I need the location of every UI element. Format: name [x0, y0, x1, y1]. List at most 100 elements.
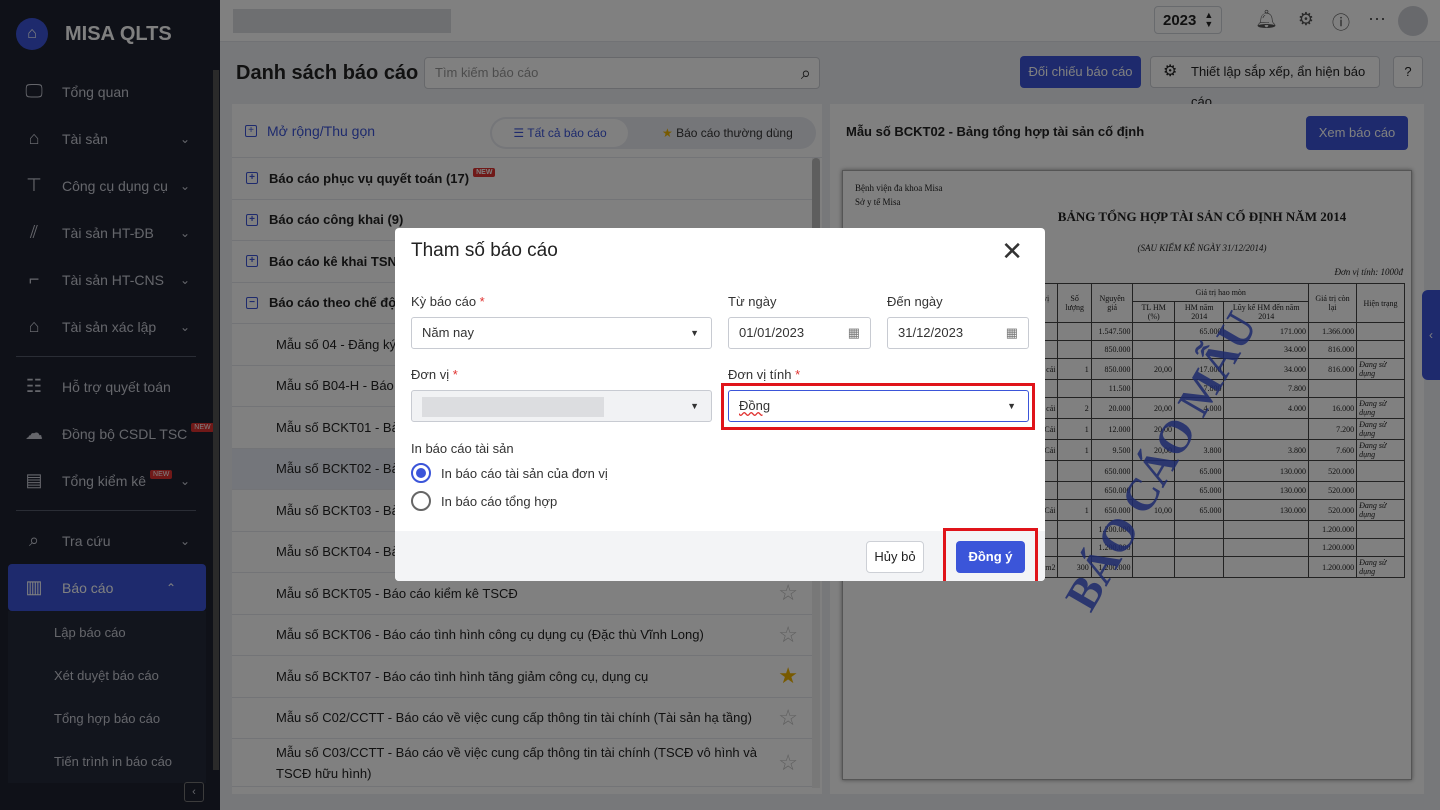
table-cell: 1.200.000 — [1307, 556, 1358, 578]
compare-reports-button[interactable]: Đối chiếu báo cáo — [1020, 56, 1141, 88]
sidebar-item[interactable]: ▥ Báo cáo ⌃ — [8, 564, 206, 611]
table-cell: 12.000 — [1090, 418, 1134, 440]
table-cell: Đang sử dụng — [1356, 358, 1405, 380]
parent-org: Sở y tế Misa — [855, 197, 901, 207]
search-input[interactable]: Tìm kiếm báo cáo ⌕ — [424, 57, 820, 89]
report-item[interactable]: Mẫu số BCKT07 - Báo cáo tình hình tăng g… — [232, 656, 812, 698]
report-item[interactable]: Mẫu số C02/CCTT - Báo cáo về việc cung c… — [232, 698, 812, 739]
subitem-label: Tổng hợp báo cáo — [54, 711, 161, 726]
expand-icon: + — [246, 255, 258, 268]
new-badge: NEW — [191, 423, 214, 432]
table-cell — [1132, 340, 1175, 359]
from-date-value: 01/01/2023 — [739, 325, 805, 340]
avatar[interactable] — [1398, 6, 1428, 36]
table-cell — [1057, 460, 1092, 482]
unit-select[interactable]: ▼ — [411, 390, 712, 422]
logo[interactable]: ⌂ MISA QLTS — [0, 0, 220, 68]
report-label: Mẫu số BCKT06 - Báo cáo tình hình công c… — [276, 627, 704, 643]
sidebar-subitem[interactable]: Tiến trình in báo cáo — [8, 740, 206, 783]
sidebar: ⌂ MISA QLTS 🖵 Tổng quan ⌂ Tài sản ⌄ ⊤ Công cụ d… — [0, 0, 220, 810]
help-icon[interactable]: ⓘ — [1332, 9, 1350, 35]
sidebar-item[interactable]: ⌂ Tài sản ⌄ — [0, 115, 220, 162]
table-cell: 7.200 — [1307, 418, 1358, 440]
more-icon[interactable]: ⋯ — [1368, 9, 1386, 30]
table-cell: 1.547.500 — [1090, 322, 1134, 341]
table-cell: 816.000 — [1307, 340, 1358, 359]
year-selector[interactable]: 2023 ▲ ▼ — [1154, 6, 1222, 34]
radio-summary-report[interactable]: In báo cáo tổng hợp — [411, 491, 557, 511]
redacted-unit-value — [422, 396, 604, 417]
table-cell: 130.000 — [1223, 460, 1309, 482]
expand-collapse-toggle[interactable]: Mở rộng/Thu gọn — [267, 123, 375, 139]
report-item[interactable]: Mẫu số BCKT06 - Báo cáo tình hình công c… — [232, 615, 812, 656]
app-name: MISA QLTS — [65, 22, 172, 45]
view-report-button[interactable]: Xem báo cáo — [1306, 116, 1408, 150]
new-badge: NEW — [473, 167, 496, 177]
sidebar-subitem[interactable]: Tổng hợp báo cáo — [8, 697, 206, 740]
table-cell — [1057, 481, 1092, 500]
sidebar-item[interactable]: ☁ Đồng bộ CSDL TSC NEW — [0, 410, 220, 457]
tab-all-reports[interactable]: ☰ Tất cả báo cáo — [492, 119, 628, 147]
sidebar-item[interactable]: ⊤ Công cụ dụng cụ ⌄ — [0, 162, 220, 209]
report-group[interactable]: + Báo cáo phục vụ quyết toán (17) NEW — [232, 158, 812, 200]
chevron-down-icon: ⌄ — [179, 533, 190, 548]
to-date-label: Đến ngày — [887, 294, 943, 309]
sidebar-item[interactable]: ☷ Hỗ trợ quyết toán — [0, 363, 220, 410]
sidebar-item[interactable]: ⌐ Tài sản HT-CNS ⌄ — [0, 256, 220, 303]
bell-icon[interactable]: 🔔︎ — [1255, 9, 1278, 30]
sidebar-item[interactable]: ⌕ Tra cứu ⌄ — [0, 517, 220, 564]
table-cell: 1.366.000 — [1307, 322, 1358, 341]
sidebar-scrollbar[interactable] — [213, 70, 219, 770]
favorite-star-icon[interactable]: ☆ — [778, 705, 798, 731]
sidebar-subitem[interactable]: Lập báo cáo — [8, 611, 206, 654]
radio-checked-icon — [411, 463, 431, 483]
calendar-icon[interactable]: ▦ — [848, 318, 860, 348]
topbar: 2023 ▲ ▼ 🔔︎ ⚙ ⓘ ⋯ — [220, 0, 1440, 42]
favorite-star-icon[interactable]: ★ — [778, 663, 798, 689]
collapse-icon: − — [246, 296, 258, 309]
chevron-down-icon: ⌄ — [179, 131, 190, 146]
report-label: Mẫu số BCKT07 - Báo cáo tình hình tăng g… — [276, 668, 649, 684]
cancel-button[interactable]: Hủy bỏ — [866, 541, 924, 573]
report-item[interactable]: Mẫu số C03/CCTT - Báo cáo về việc cung c… — [232, 739, 812, 787]
help-button[interactable]: ? — [1393, 56, 1423, 88]
search-icon[interactable]: ⌕ — [801, 58, 811, 88]
gear-icon[interactable]: ⚙ — [1298, 9, 1314, 30]
settings-label: Thiết lập sắp xếp, ẩn hiện báo cáo — [1191, 64, 1366, 109]
divider — [16, 510, 196, 511]
chevron-down-icon: ⌄ — [179, 178, 190, 193]
tab-favorite-reports[interactable]: ★ Báo cáo thường dùng — [662, 117, 793, 149]
from-date-input[interactable]: 01/01/2023 ▦ — [728, 317, 871, 349]
favorite-star-icon[interactable]: ☆ — [778, 752, 798, 774]
close-icon[interactable]: ✕ — [1001, 236, 1023, 267]
to-date-input[interactable]: 31/12/2023 ▦ — [887, 317, 1029, 349]
monitor-chart-icon: 🖵 — [25, 81, 43, 101]
currency-unit-select[interactable]: Đồng ▼ — [728, 390, 1029, 422]
radio-unit-report[interactable]: In báo cáo tài sản của đơn vị — [411, 463, 608, 483]
required-mark: * — [479, 294, 485, 309]
report-label: Mẫu số BCKT01 - Bả — [276, 419, 399, 435]
sidebar-item-label: Hỗ trợ quyết toán — [62, 378, 171, 395]
sidebar-subitem[interactable]: Xét duyệt báo cáo — [8, 654, 206, 697]
period-select[interactable]: Năm nay ▼ — [411, 317, 712, 349]
sidebar-item[interactable]: ⌂ Tài sản xác lập ⌄ — [0, 303, 220, 350]
ok-button[interactable]: Đồng ý — [956, 541, 1025, 573]
sidebar-item[interactable]: ▤ Tổng kiểm kê NEW ⌄ — [0, 457, 220, 504]
favorite-star-icon[interactable]: ☆ — [778, 580, 798, 606]
sidebar-item[interactable]: ⫽ Tài sản HT-ĐB ⌄ — [0, 209, 220, 256]
calendar-icon[interactable]: ▦ — [1006, 318, 1018, 348]
favorite-star-icon[interactable]: ☆ — [778, 622, 798, 648]
collapse-sidebar-button[interactable]: ‹ — [184, 782, 204, 802]
report-settings-button[interactable]: ⚙ Thiết lập sắp xếp, ẩn hiện báo cáo — [1150, 56, 1380, 109]
table-cell: 16.000 — [1307, 397, 1358, 419]
required-mark: * — [795, 367, 801, 382]
new-badge: NEW — [150, 470, 173, 479]
label-text: Đơn vị tính — [728, 367, 792, 382]
table-cell: Đang sử dụng — [1356, 499, 1405, 521]
sidebar-item[interactable]: 🖵 Tổng quan — [0, 68, 220, 115]
label-text: Đơn vị — [411, 367, 450, 382]
table-cell — [1223, 520, 1309, 539]
table-cell — [1173, 538, 1225, 557]
table-cell: 1 — [1057, 439, 1092, 461]
expand-side-panel-tab[interactable]: ‹ — [1422, 290, 1440, 380]
